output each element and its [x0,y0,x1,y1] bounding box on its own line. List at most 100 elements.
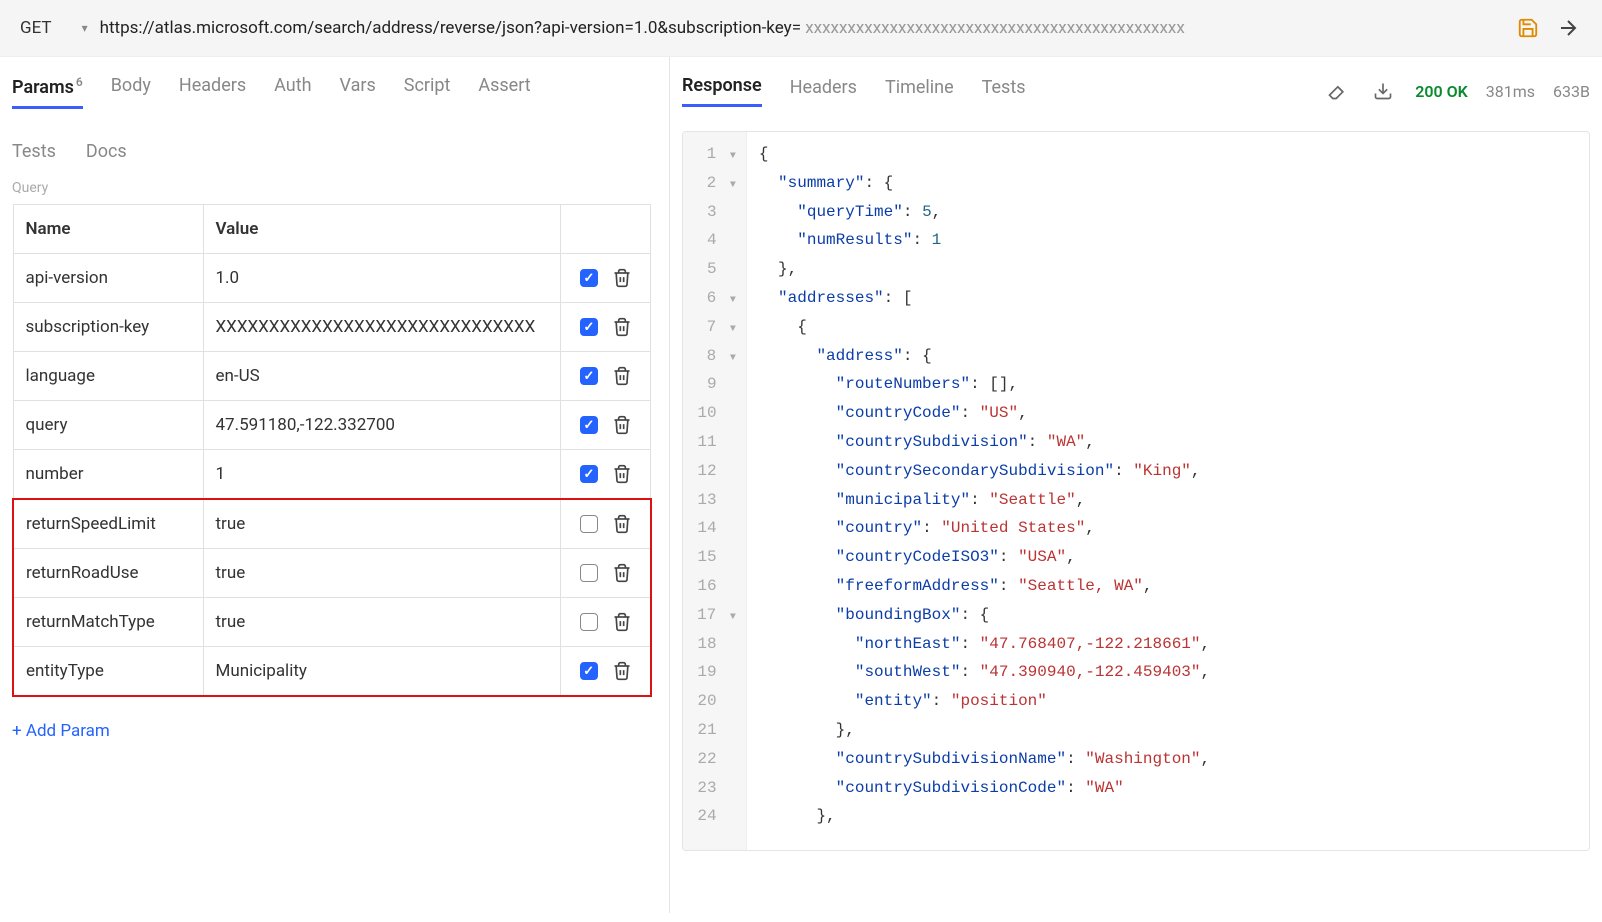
trash-icon[interactable] [612,317,632,337]
subtab-tests[interactable]: Tests [12,141,56,162]
param-name[interactable]: number [13,450,203,500]
line-number: 6 ▼ [697,284,736,313]
trash-icon[interactable] [612,366,632,386]
code-line: "boundingBox": { [759,601,1210,630]
param-value[interactable]: 1 [203,450,561,500]
param-name[interactable]: returnMatchType [13,598,203,647]
param-name[interactable]: language [13,352,203,401]
tab-headers[interactable]: Headers [179,75,246,109]
code-line: "queryTime": 5, [759,198,1210,227]
line-number: 9 [697,370,736,399]
tab-vars[interactable]: Vars [340,75,376,109]
code-line: "northEast": "47.768407,-122.218661", [759,630,1210,659]
url-masked-key: xxxxxxxxxxxxxxxxxxxxxxxxxxxxxxxxxxxxxxxx… [805,18,1185,38]
line-number: 1 ▼ [697,140,736,169]
add-param-button[interactable]: + Add Param [8,697,661,749]
param-name[interactable]: api-version [13,254,203,303]
download-icon[interactable] [1369,77,1397,105]
params-count-badge: 6 [76,75,83,89]
tab-auth[interactable]: Auth [274,75,311,109]
param-enable-checkbox[interactable] [580,269,598,287]
param-row: query47.591180,-122.332700 [13,401,651,450]
tab-resp-headers[interactable]: Headers [790,77,857,106]
param-value[interactable]: XXXXXXXXXXXXXXXXXXXXXXXXXXXXXX [203,303,561,352]
trash-icon[interactable] [612,514,632,534]
tab-resp-tests[interactable]: Tests [982,77,1026,106]
code-line: "freeformAddress": "Seattle, WA", [759,572,1210,601]
response-body[interactable]: 1 ▼2 ▼3 4 5 6 ▼7 ▼8 ▼9 10 11 12 13 14 15… [682,131,1590,851]
tab-assert[interactable]: Assert [478,75,530,109]
line-number: 10 [697,399,736,428]
eraser-icon[interactable] [1323,77,1351,105]
line-number: 4 [697,226,736,255]
line-number: 17 ▼ [697,601,736,630]
param-row: returnMatchTypetrue [13,598,651,647]
param-name[interactable]: entityType [13,647,203,697]
trash-icon[interactable] [612,612,632,632]
trash-icon[interactable] [612,661,632,681]
param-value[interactable]: 1.0 [203,254,561,303]
trash-icon[interactable] [612,563,632,583]
url-input[interactable]: https://atlas.microsoft.com/search/addre… [100,18,1502,38]
param-row: returnRoadUsetrue [13,549,651,598]
line-number: 18 [697,630,736,659]
line-number: 14 [697,514,736,543]
tab-params[interactable]: Params6 [12,75,83,109]
param-enable-checkbox[interactable] [580,662,598,680]
code-line: "address": { [759,342,1210,371]
param-value[interactable]: true [203,499,561,549]
line-number: 8 ▼ [697,342,736,371]
floppy-save-icon[interactable] [1514,14,1542,42]
param-name[interactable]: subscription-key [13,303,203,352]
send-arrow-icon[interactable] [1554,14,1582,42]
trash-icon[interactable] [612,415,632,435]
line-number: 12 [697,457,736,486]
line-number: 21 [697,716,736,745]
param-enable-checkbox[interactable] [580,367,598,385]
param-name[interactable]: query [13,401,203,450]
param-enable-checkbox[interactable] [580,613,598,631]
code-line: "southWest": "47.390940,-122.459403", [759,658,1210,687]
line-number: 23 [697,774,736,803]
param-enable-checkbox[interactable] [580,465,598,483]
tab-body[interactable]: Body [111,75,151,109]
param-value[interactable]: true [203,549,561,598]
code-line: "routeNumbers": [], [759,370,1210,399]
tab-timeline[interactable]: Timeline [885,77,954,106]
http-method-dropdown[interactable]: GET ▾ [20,18,88,38]
param-enable-checkbox[interactable] [580,564,598,582]
trash-icon[interactable] [612,464,632,484]
tab-script[interactable]: Script [404,75,451,109]
param-name[interactable]: returnSpeedLimit [13,499,203,549]
param-value[interactable]: en-US [203,352,561,401]
trash-icon[interactable] [612,268,632,288]
th-value: Value [203,205,561,254]
line-number: 11 [697,428,736,457]
tab-response[interactable]: Response [682,75,762,107]
code-line: "summary": { [759,169,1210,198]
param-name[interactable]: returnRoadUse [13,549,203,598]
line-number: 13 [697,486,736,515]
line-number: 7 ▼ [697,313,736,342]
param-enable-checkbox[interactable] [580,416,598,434]
subtab-docs[interactable]: Docs [86,141,127,162]
code-line: "countrySubdivision": "WA", [759,428,1210,457]
param-enable-checkbox[interactable] [580,318,598,336]
query-section-label: Query [8,180,661,204]
code-line: }, [759,716,1210,745]
request-tabs: Params6 Body Headers Auth Vars Script As… [8,75,661,121]
code-line: "addresses": [ [759,284,1210,313]
param-value[interactable]: Municipality [203,647,561,697]
http-method-label: GET [20,18,52,38]
param-value[interactable]: true [203,598,561,647]
param-enable-checkbox[interactable] [580,515,598,533]
param-row: returnSpeedLimittrue [13,499,651,549]
line-number: 3 [697,198,736,227]
code-line: "countrySubdivisionCode": "WA" [759,774,1210,803]
code-line: "countryCodeISO3": "USA", [759,543,1210,572]
code-line: { [759,313,1210,342]
code-line: "country": "United States", [759,514,1210,543]
param-value[interactable]: 47.591180,-122.332700 [203,401,561,450]
param-row: number1 [13,450,651,500]
response-tabs: Response Headers Timeline Tests 200 OK 3… [678,75,1594,119]
